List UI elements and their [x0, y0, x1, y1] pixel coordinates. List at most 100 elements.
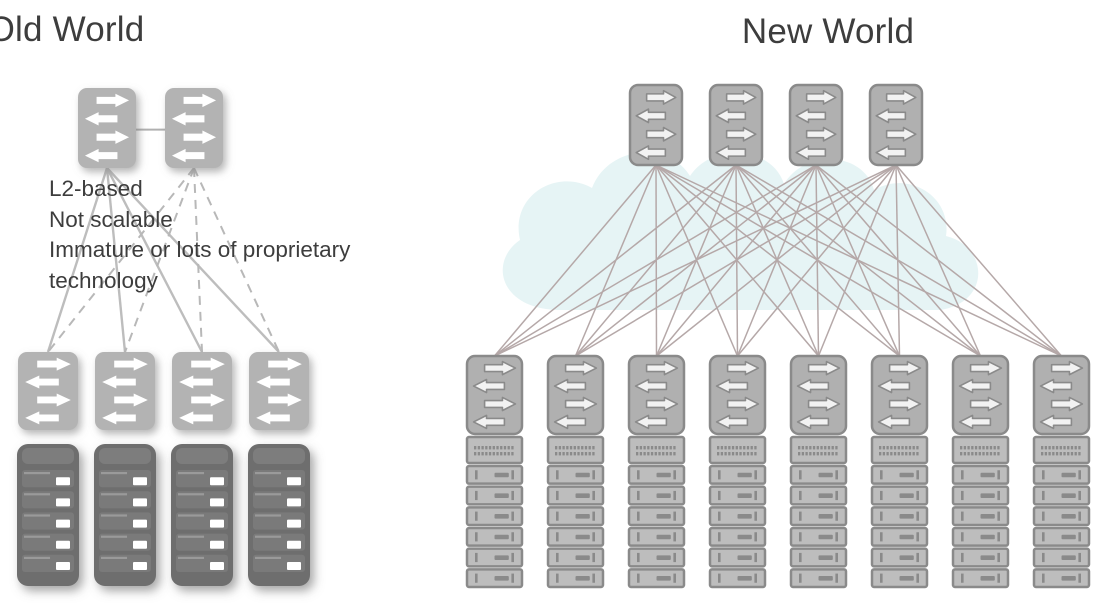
rack-indicator	[980, 514, 995, 519]
rack-indicator	[494, 534, 509, 540]
rack-indicator	[56, 562, 70, 571]
rack-indicator	[56, 519, 70, 528]
rack-indicator	[494, 576, 509, 581]
switch-icon	[1032, 354, 1091, 436]
rack-indicator	[133, 519, 147, 528]
rack-indicator	[1061, 555, 1076, 560]
rack-indicator	[210, 519, 224, 528]
rack-indicator	[287, 477, 301, 486]
switch-icon	[708, 354, 767, 436]
rack-indicator	[210, 477, 224, 486]
rack-indicator	[737, 534, 752, 540]
rack-indicator	[287, 562, 301, 571]
server-rack-icon	[1032, 435, 1091, 589]
server-rack-icon	[248, 444, 310, 586]
rack-indicator	[980, 534, 995, 540]
rack-indicator	[133, 498, 147, 507]
rack-indicator	[980, 576, 995, 581]
patch-panel-unit	[708, 435, 767, 465]
rack-indicator	[899, 576, 914, 581]
patch-panel-unit	[546, 435, 605, 465]
rack-indicator	[1061, 534, 1076, 540]
patch-panel-unit	[465, 435, 524, 465]
switch-icon	[627, 354, 686, 436]
patch-panel-unit	[789, 435, 848, 465]
rack-indicator	[210, 562, 224, 571]
rack-indicator	[210, 498, 224, 507]
patch-panel-unit	[627, 435, 686, 465]
rack-indicator	[287, 519, 301, 528]
switch-icon	[78, 88, 136, 168]
rack-indicator	[737, 576, 752, 581]
rack-indicator	[737, 555, 752, 560]
server-rack-icon	[546, 435, 605, 589]
rack-indicator	[737, 493, 752, 498]
rack-indicator	[494, 514, 509, 519]
server-rack-icon	[94, 444, 156, 586]
rack-indicator	[818, 534, 833, 540]
switch-icon	[249, 352, 309, 430]
rack-indicator	[818, 576, 833, 581]
old-world-bullets: L2-based Not scalable Immature or lots o…	[49, 176, 351, 293]
rack-indicator	[575, 514, 590, 519]
rack-indicator	[287, 498, 301, 507]
rack-indicator	[737, 514, 752, 519]
rack-indicator	[980, 555, 995, 560]
rack-indicator	[494, 555, 509, 560]
switch-icon	[172, 352, 232, 430]
rack-indicator	[899, 534, 914, 540]
rack-indicator	[575, 493, 590, 498]
rack-indicator	[133, 477, 147, 486]
rack-indicator	[575, 555, 590, 560]
rack-indicator	[818, 493, 833, 498]
node-layer	[17, 83, 1091, 589]
switch-icon	[95, 352, 155, 430]
rack-indicator	[133, 540, 147, 549]
server-rack-icon	[465, 435, 524, 589]
switch-icon	[868, 83, 924, 167]
rack-indicator	[1061, 576, 1076, 581]
switch-icon	[789, 354, 848, 436]
switch-icon	[788, 83, 844, 167]
rack-indicator	[1061, 493, 1076, 498]
rack-indicator	[656, 493, 671, 498]
rack-indicator	[494, 493, 509, 498]
rack-indicator	[899, 493, 914, 498]
rack-indicator	[656, 555, 671, 560]
rack-indicator	[818, 514, 833, 519]
rack-indicator	[1061, 514, 1076, 519]
patch-panel-unit	[1032, 435, 1091, 465]
rack-indicator	[133, 562, 147, 571]
server-rack-icon	[17, 444, 79, 586]
patch-panel-unit	[951, 435, 1010, 465]
rack-indicator	[56, 477, 70, 486]
switch-icon	[951, 354, 1010, 436]
server-rack-icon	[171, 444, 233, 586]
switch-icon	[870, 354, 929, 436]
old-world-core-switches	[78, 88, 223, 168]
new-world-racks	[465, 435, 1091, 589]
rack-indicator	[818, 555, 833, 560]
rack-indicator	[656, 534, 671, 540]
patch-panel-unit	[870, 435, 929, 465]
switch-icon	[465, 354, 524, 436]
new-world-tor-switches	[465, 354, 1091, 436]
rack-indicator	[899, 555, 914, 560]
server-rack-icon	[708, 435, 767, 589]
rack-indicator	[899, 514, 914, 519]
rack-indicator	[575, 472, 590, 478]
switch-icon	[546, 354, 605, 436]
rack-indicator	[287, 540, 301, 549]
rack-indicator	[575, 534, 590, 540]
rack-indicator	[737, 472, 752, 478]
switch-icon	[708, 83, 764, 167]
rack-indicator	[210, 540, 224, 549]
rack-indicator	[656, 514, 671, 519]
new-world-spine-switches	[628, 83, 924, 167]
rack-indicator	[656, 472, 671, 478]
rack-indicator	[494, 472, 509, 478]
server-rack-icon	[870, 435, 929, 589]
rack-indicator	[575, 576, 590, 581]
switch-icon	[18, 352, 78, 430]
rack-indicator	[656, 576, 671, 581]
